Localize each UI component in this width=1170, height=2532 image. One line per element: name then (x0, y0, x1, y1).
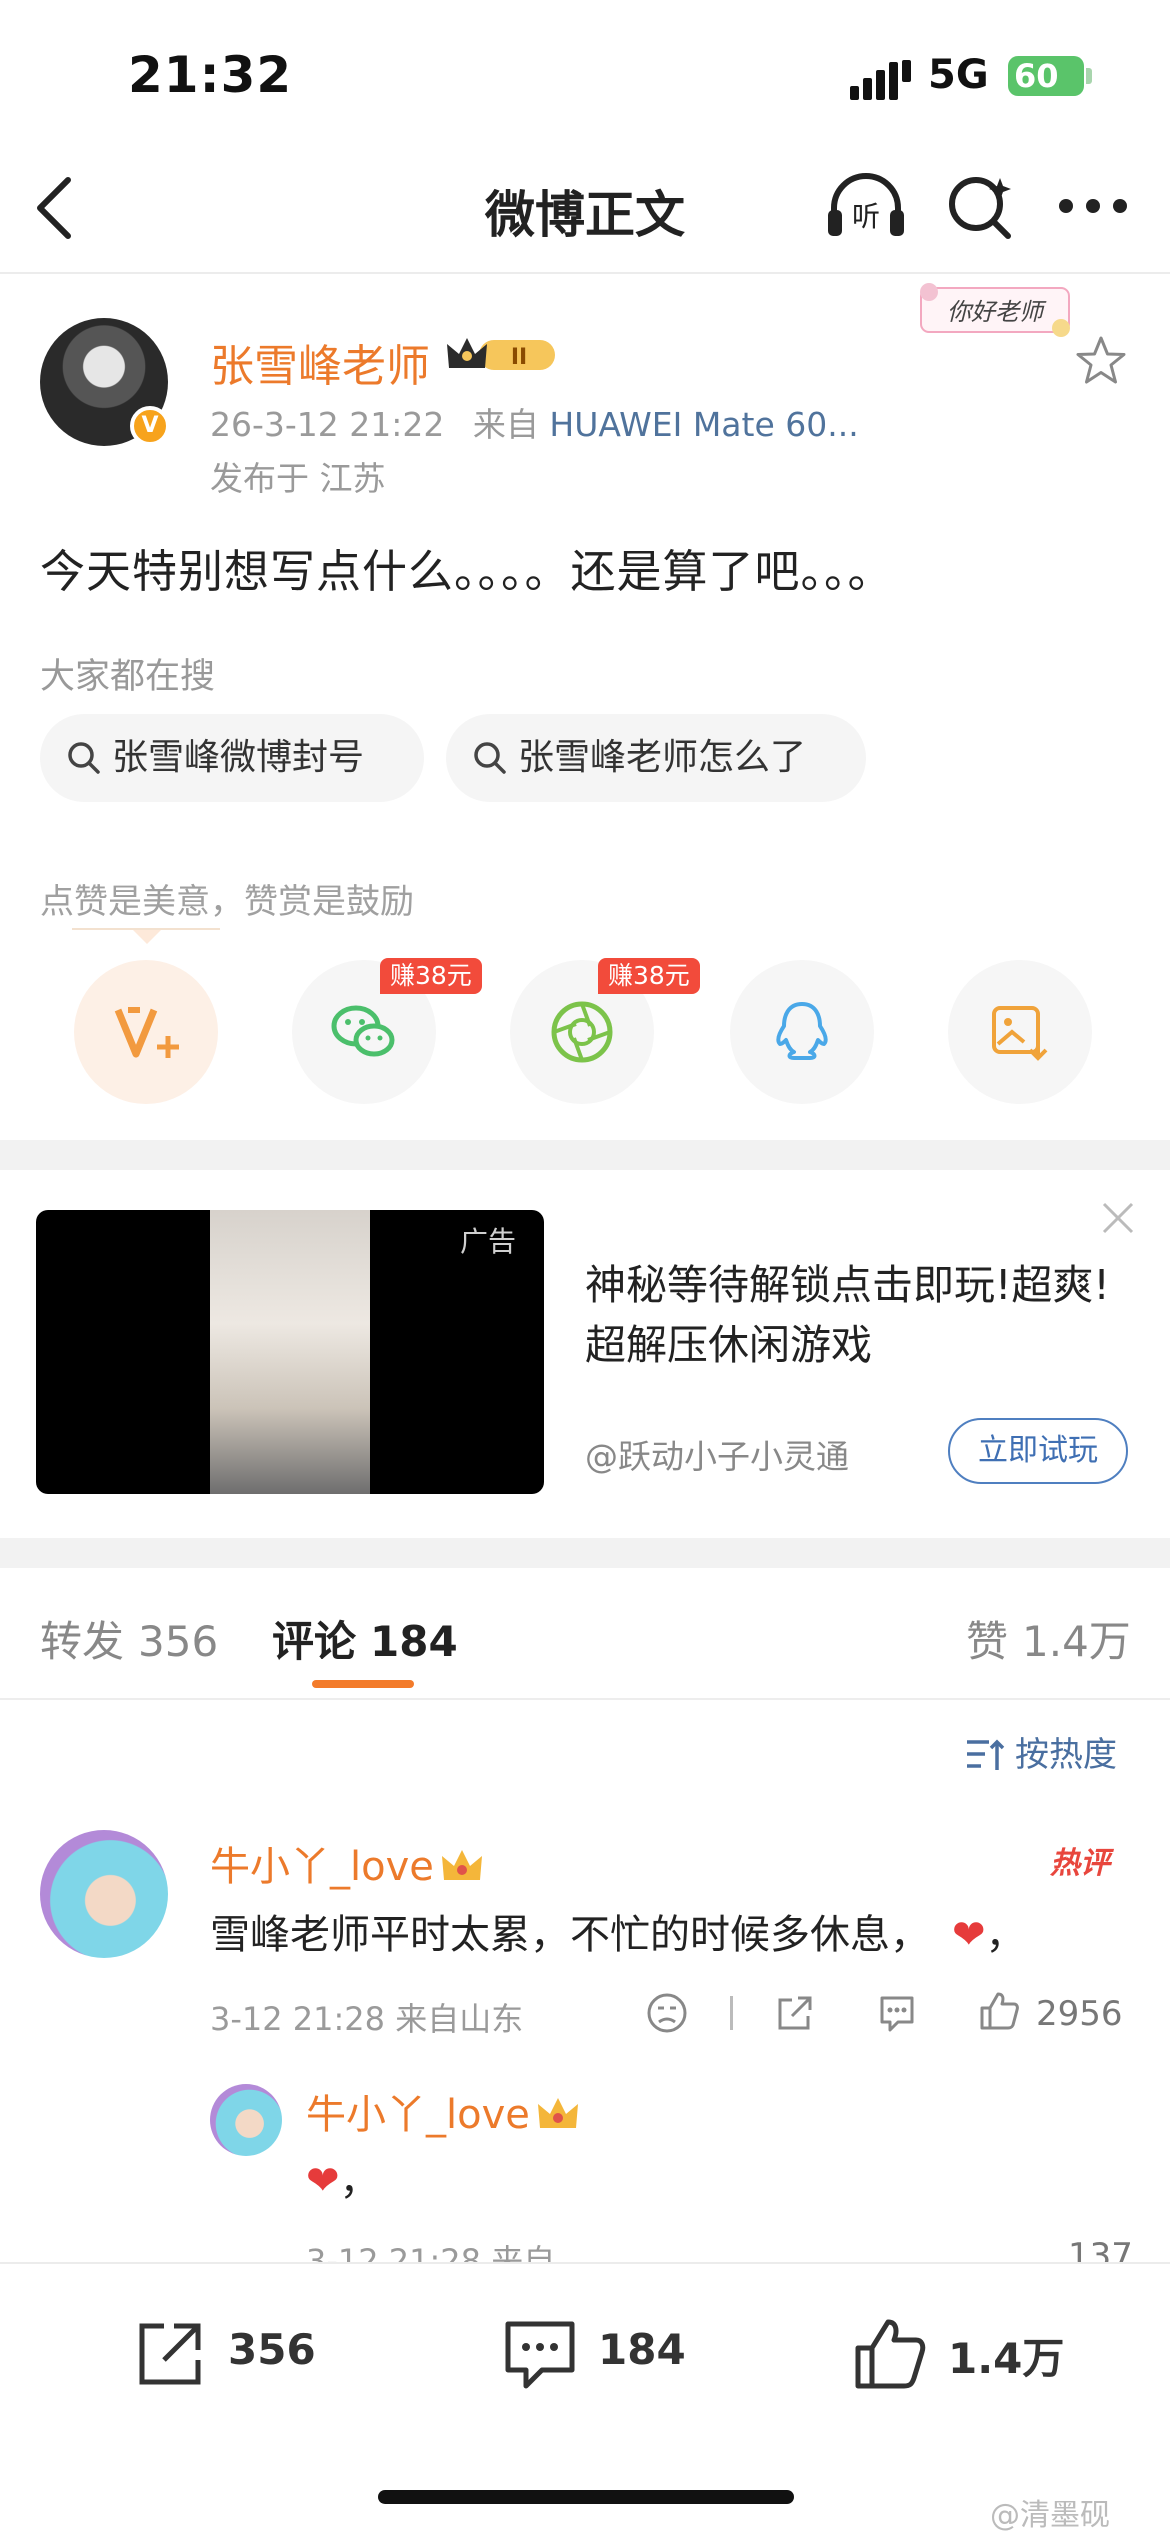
nav-divider (0, 272, 1170, 274)
comment-text-suffix: ， (985, 1912, 1026, 1958)
member-level-text: II (511, 345, 527, 370)
post-text: 今天特别想写点什么。。。。还是算了吧。。。 (40, 545, 894, 598)
share-qq-button[interactable] (730, 960, 874, 1104)
post-source-prefix: 来自 (472, 405, 539, 444)
search-chip[interactable]: 张雪峰老师怎么了 (446, 714, 866, 802)
tab-count: 356 (138, 1617, 219, 1666)
author-name[interactable]: 张雪峰老师 (210, 330, 430, 394)
comment-meta: 3-12 21:28 来自山东 (210, 2000, 524, 2038)
tab-indicator (312, 1680, 414, 1688)
commenter-avatar[interactable] (210, 2084, 282, 2156)
commenter-name[interactable]: 牛小丫_love (306, 2082, 580, 2140)
search-icon (68, 742, 100, 774)
sticker-text: 你好老师 (947, 298, 1047, 326)
sort-icon (967, 1739, 1005, 1770)
section-divider (0, 1140, 1170, 1170)
search-chip-label: 张雪峰微博封号 (112, 737, 365, 778)
network-type: 5G (928, 52, 989, 98)
ad-cta-button[interactable]: 立即试玩 (948, 1418, 1128, 1484)
heart-emoji: ❤ (306, 2158, 340, 2204)
comment-icon[interactable] (876, 1992, 918, 2034)
dislike-icon[interactable] (646, 1992, 688, 2034)
wechat-icon (331, 1005, 395, 1057)
like-icon[interactable] (852, 2316, 928, 2392)
reward-button[interactable] (74, 960, 218, 1104)
commenter-avatar[interactable] (40, 1830, 168, 1958)
battery-indicator: 60 (1008, 56, 1084, 96)
signal-icon (850, 60, 911, 100)
earn-badge: 赚38元 (598, 958, 700, 994)
search-icon[interactable] (946, 172, 1016, 242)
repost-icon[interactable] (132, 2316, 208, 2392)
tab-comments[interactable]: 评论 184 (272, 1608, 458, 1669)
comment-text-suffix: ， (339, 2158, 380, 2204)
member-crown-icon (537, 2098, 578, 2128)
repost-count[interactable]: 356 (228, 2325, 316, 2374)
comment-icon[interactable] (502, 2316, 578, 2392)
heart-emoji: ❤ (952, 1912, 986, 1958)
save-image-button[interactable] (948, 960, 1092, 1104)
tab-count: 1.4万 (1022, 1617, 1131, 1666)
greeting-sticker: 你好老师 (920, 283, 1070, 337)
search-chip[interactable]: 张雪峰微博封号 (40, 714, 424, 802)
save-image-icon (992, 1006, 1048, 1061)
close-icon[interactable] (1100, 1200, 1136, 1236)
tab-likes[interactable]: 赞 1.4万 (966, 1608, 1131, 1669)
verified-badge-icon: V (130, 406, 170, 446)
post-time: 26-3-12 21:22 (210, 405, 445, 444)
v-plus-icon (114, 1007, 179, 1058)
section-divider (0, 1538, 1170, 1568)
comment-count[interactable]: 184 (598, 2325, 686, 2374)
reward-text: 点赞是美意，赞赏是鼓励 (40, 882, 414, 922)
comment-text-body: 雪峰老师平时太累，不忙的时候多休息， (210, 1912, 930, 1958)
hot-comment-tag: 热评 (1050, 1846, 1110, 1881)
tab-label: 转发 (40, 1617, 125, 1666)
commenter-name-text: 牛小丫_love (306, 2092, 530, 2138)
post-meta: 26-3-12 21:22 来自 HUAWEI Mate 60... (210, 398, 859, 446)
comment-text: ❤， (306, 2148, 380, 2206)
ad-source[interactable]: @跃动小子小灵通 (585, 1430, 849, 1478)
ad-title[interactable]: 神秘等待解锁点击即玩!超爽!超解压休闲游戏 (585, 1255, 1125, 1375)
member-crown-icon (441, 1850, 482, 1880)
tab-reposts[interactable]: 转发 356 (40, 1608, 218, 1669)
share-icon[interactable] (774, 1992, 816, 2034)
watermark: @清墨砚 (990, 2498, 1110, 2532)
comment-like-count: 2956 (1036, 1994, 1123, 2034)
favorite-star-icon[interactable] (1075, 335, 1127, 387)
commenter-name-text: 牛小丫_love (210, 1844, 434, 1890)
search-heading: 大家都在搜 (40, 657, 216, 697)
tab-count: 184 (370, 1617, 458, 1666)
search-icon (474, 742, 506, 774)
sort-button[interactable]: 按热度 (965, 1727, 1117, 1776)
headphones-icon[interactable]: 听 (824, 170, 908, 242)
svg-text:听: 听 (852, 200, 880, 233)
moments-icon (551, 1001, 613, 1063)
search-chip-label: 张雪峰老师怎么了 (518, 737, 807, 778)
comment-text: 雪峰老师平时太累，不忙的时候多休息， ❤， (210, 1902, 1026, 1960)
post-location: 发布于 江苏 (210, 459, 386, 498)
like-icon[interactable] (978, 1990, 1020, 2032)
ad-label: 广告 (460, 1225, 517, 1258)
reward-pointer (133, 930, 161, 944)
battery-tip (1086, 68, 1092, 84)
ad-photo (210, 1210, 370, 1494)
member-crown-icon[interactable]: II (445, 334, 560, 376)
more-icon[interactable] (1058, 198, 1128, 214)
tabs-divider (0, 1698, 1170, 1700)
tab-label: 评论 (272, 1617, 357, 1666)
earn-badge: 赚38元 (380, 958, 482, 994)
sort-label: 按热度 (1015, 1735, 1117, 1775)
home-indicator[interactable] (378, 2490, 794, 2504)
commenter-name[interactable]: 牛小丫_love (210, 1834, 484, 1892)
action-divider (730, 1996, 733, 2030)
status-time: 21:32 (128, 46, 293, 104)
post-device[interactable]: HUAWEI Mate 60... (549, 405, 858, 444)
qq-icon (776, 1002, 828, 1060)
like-count[interactable]: 1.4万 (948, 2325, 1064, 2386)
tab-label: 赞 (966, 1617, 1009, 1666)
